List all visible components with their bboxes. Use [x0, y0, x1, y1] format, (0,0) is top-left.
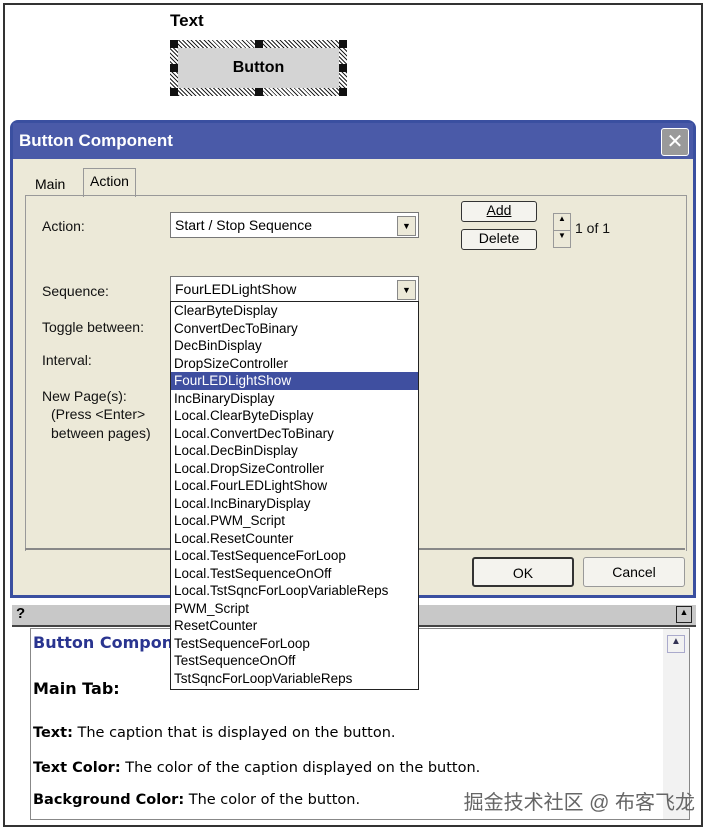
resize-handle[interactable] [170, 88, 178, 96]
resize-handle[interactable] [339, 40, 347, 48]
dropdown-option[interactable]: Local.TestSequenceForLoop [171, 547, 418, 565]
dialog-titlebar: Button Component [13, 123, 693, 159]
toggle-label: Toggle between: [42, 319, 144, 335]
action-select[interactable]: Start / Stop Sequence ▼ [170, 212, 419, 238]
screen: Text Button Button Component ✕ Main Acti… [0, 0, 709, 834]
cancel-button[interactable]: Cancel [583, 557, 685, 587]
delete-button[interactable]: Delete [461, 229, 537, 250]
preview-text-label: Text [170, 11, 204, 30]
close-icon[interactable]: ✕ [661, 128, 689, 156]
watermark: 掘金技术社区 @ 布客飞龙 [463, 792, 695, 814]
tab-action[interactable]: Action [83, 168, 136, 197]
new-pages-label: New Page(s): [42, 388, 127, 404]
dropdown-option[interactable]: Local.DropSizeController [171, 460, 418, 478]
dropdown-option[interactable]: DropSizeController [171, 355, 418, 373]
help-question-icon[interactable]: ? [16, 605, 25, 622]
action-label: Action: [42, 218, 85, 234]
help-bg-item: Background Color: The color of the butto… [33, 792, 360, 808]
sequence-select-value: FourLEDLightShow [175, 281, 297, 297]
resize-handle[interactable] [339, 64, 347, 72]
spinner-down-icon[interactable]: ▼ [553, 230, 571, 248]
sequence-dropdown-list[interactable]: ClearByteDisplay ConvertDecToBinary DecBin… [170, 301, 419, 690]
resize-handle[interactable] [255, 40, 263, 48]
resize-handle[interactable] [170, 64, 178, 72]
desc: The color of the button. [184, 792, 361, 808]
dropdown-option[interactable]: Local.FourLEDLightShow [171, 477, 418, 495]
pin-icon[interactable]: ▲ [676, 606, 692, 623]
interval-label: Interval: [42, 352, 92, 368]
desc: The color of the caption displayed on th… [120, 760, 481, 776]
new-pages-hint: (Press <Enter> [51, 406, 146, 422]
tab-main[interactable]: Main [29, 172, 71, 196]
term: Text Color: [33, 760, 121, 776]
dropdown-option[interactable]: Local.ClearByteDisplay [171, 407, 418, 425]
spinner-up-icon[interactable]: ▲ [553, 213, 571, 231]
resize-handle[interactable] [255, 88, 263, 96]
scroll-up-icon[interactable]: ▲ [667, 635, 685, 653]
dropdown-option[interactable]: TstSqncForLoopVariableReps [171, 670, 418, 688]
dropdown-option[interactable]: Local.TestSequenceOnOff [171, 565, 418, 583]
term: Text: [33, 725, 73, 741]
term: Background Color: [33, 792, 185, 808]
desc: The caption that is displayed on the but… [72, 725, 396, 741]
dropdown-option[interactable]: Local.ConvertDecToBinary [171, 425, 418, 443]
dropdown-option[interactable]: FourLEDLightShow [171, 372, 418, 390]
dropdown-option[interactable]: PWM_Script [171, 600, 418, 618]
dropdown-option[interactable]: DecBinDisplay [171, 337, 418, 355]
action-select-value: Start / Stop Sequence [175, 217, 312, 233]
help-main-tab: Main Tab: [33, 679, 120, 698]
dropdown-option[interactable]: TestSequenceOnOff [171, 652, 418, 670]
dropdown-option[interactable]: ConvertDecToBinary [171, 320, 418, 338]
add-button[interactable]: Add [461, 201, 537, 222]
dropdown-option[interactable]: TestSequenceForLoop [171, 635, 418, 653]
help-color-item: Text Color: The color of the caption dis… [33, 760, 480, 776]
resize-handle[interactable] [170, 40, 178, 48]
dropdown-option[interactable]: Local.TstSqncForLoopVariableReps [171, 582, 418, 600]
help-text-item: Text: The caption that is displayed on t… [33, 725, 396, 741]
dropdown-option[interactable]: Local.IncBinaryDisplay [171, 495, 418, 513]
chevron-down-icon[interactable]: ▼ [397, 216, 416, 236]
preview-button-selected[interactable]: Button [170, 40, 347, 96]
preview-button-label: Button [178, 48, 339, 88]
dropdown-option[interactable]: ClearByteDisplay [171, 302, 418, 320]
dropdown-option[interactable]: Local.PWM_Script [171, 512, 418, 530]
action-counter: 1 of 1 [575, 220, 611, 236]
dropdown-option[interactable]: ResetCounter [171, 617, 418, 635]
dropdown-option[interactable]: Local.ResetCounter [171, 530, 418, 548]
dropdown-option[interactable]: IncBinaryDisplay [171, 390, 418, 408]
ok-button[interactable]: OK [472, 557, 574, 587]
new-pages-hint: between pages) [51, 425, 151, 441]
resize-handle[interactable] [339, 88, 347, 96]
dropdown-option[interactable]: Local.DecBinDisplay [171, 442, 418, 460]
dialog-title: Button Component [19, 131, 173, 150]
chevron-down-icon[interactable]: ▼ [397, 280, 416, 300]
sequence-select[interactable]: FourLEDLightShow ▼ [170, 276, 419, 302]
sequence-label: Sequence: [42, 283, 109, 299]
